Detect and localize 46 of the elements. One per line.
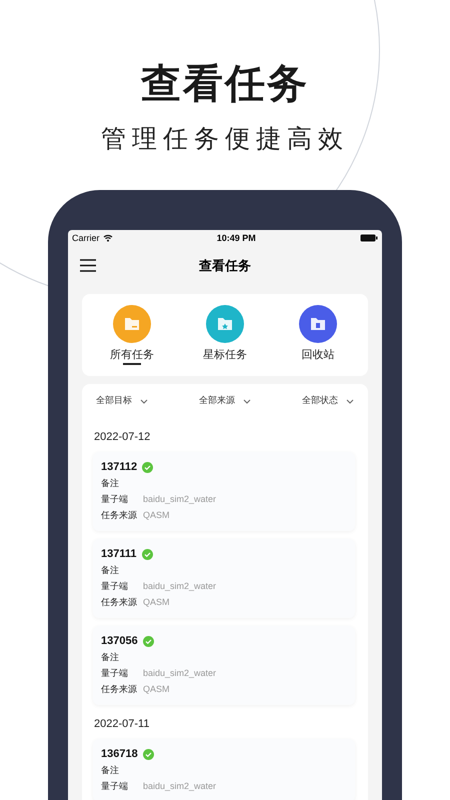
date-heading: 2022-07-11 xyxy=(94,717,150,731)
category-tab[interactable]: 回收站 xyxy=(302,347,334,366)
task-id: 137112 xyxy=(101,460,138,474)
note-label: 备注 xyxy=(101,764,120,777)
note-label: 备注 xyxy=(101,564,120,577)
category-tab[interactable]: 所有任务 xyxy=(110,347,154,366)
field-label: 任务来源 xyxy=(101,509,138,522)
note-label: 备注 xyxy=(101,477,120,490)
nav-title: 查看任务 xyxy=(199,256,251,275)
field-label: 量子端 xyxy=(101,667,129,680)
task-card[interactable]: 137112 备注 量子端 baidu_sim2_water 任务来源 QASM xyxy=(93,452,355,531)
status-time: 10:49 PM xyxy=(216,232,256,245)
filter-dropdown[interactable]: 全部来源 xyxy=(197,394,253,408)
subheadline: 管理任务便捷高效 xyxy=(101,124,349,155)
folder-icon[interactable] xyxy=(299,305,337,344)
field-value: QASM xyxy=(143,683,170,696)
note-label: 备注 xyxy=(101,651,120,664)
wifi-icon xyxy=(102,234,113,242)
task-id: 137056 xyxy=(101,634,138,648)
task-card[interactable]: 136718 备注 量子端 baidu_sim2_water xyxy=(93,739,355,800)
battery-icon xyxy=(360,234,378,242)
field-value: baidu_sim2_water xyxy=(143,493,216,506)
carrier-label: Carrier xyxy=(72,232,100,245)
field-value: baidu_sim2_water xyxy=(143,580,216,593)
chevron-down-icon xyxy=(346,398,354,404)
headline: 查看任务 xyxy=(141,61,309,108)
date-heading: 2022-07-12 xyxy=(94,430,152,444)
task-id: 137111 xyxy=(101,547,136,561)
task-id: 136718 xyxy=(101,747,138,761)
field-label: 量子端 xyxy=(101,580,129,593)
menu-icon[interactable] xyxy=(80,258,96,272)
field-label: 量子端 xyxy=(101,493,129,506)
field-value: QASM xyxy=(143,509,170,522)
field-label: 任务来源 xyxy=(101,683,138,696)
task-card[interactable]: 137056 备注 量子端 baidu_sim2_water 任务来源 QASM xyxy=(93,626,355,705)
field-label: 量子端 xyxy=(101,780,129,793)
chevron-down-icon xyxy=(243,398,251,404)
field-label: 任务来源 xyxy=(101,596,138,609)
field-value: baidu_sim2_water xyxy=(143,667,216,680)
category-tab[interactable]: 星标任务 xyxy=(203,347,247,366)
field-value: baidu_sim2_water xyxy=(143,780,216,793)
field-value: QASM xyxy=(143,596,170,609)
chevron-down-icon xyxy=(140,398,148,404)
filter-dropdown[interactable]: 全部状态 xyxy=(300,394,356,408)
task-card[interactable]: 137111 备注 量子端 baidu_sim2_water 任务来源 QASM xyxy=(93,539,355,618)
filter-dropdown[interactable]: 全部目标 xyxy=(94,394,150,408)
